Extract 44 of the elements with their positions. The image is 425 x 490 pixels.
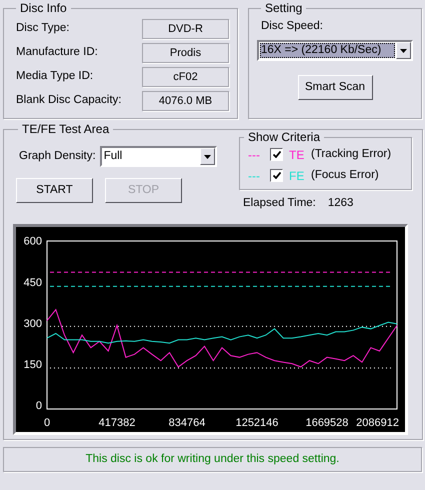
field-label: Manufacture ID: — [16, 45, 98, 60]
density-label: Graph Density: — [19, 148, 96, 164]
y-axis-label: 150 — [24, 358, 42, 371]
group-title: Setting — [264, 1, 304, 15]
elapsed-value: 1263 — [328, 196, 354, 211]
density-dropdown[interactable]: Full — [100, 146, 217, 167]
legend-marker: --- — [248, 168, 261, 184]
checkmark-icon — [272, 151, 280, 158]
dropdown-arrow-icon — [400, 48, 407, 53]
criteria-label: (Focus Error) — [311, 168, 379, 183]
elapsed-label: Elapsed Time: — [243, 196, 316, 211]
group-title: TE/FE Test Area — [21, 122, 110, 136]
x-axis-label: 1669528 — [306, 417, 348, 429]
field-value: 4076.0 MB — [142, 91, 229, 111]
criteria-checkbox[interactable] — [270, 148, 283, 161]
smart-scan-button[interactable]: Smart Scan — [298, 75, 372, 100]
criteria-title: Show Criteria — [247, 130, 322, 144]
y-axis-label: 0 — [36, 400, 42, 412]
action-button[interactable]: START — [16, 178, 93, 203]
group-title: Disc Info — [19, 1, 68, 15]
x-axis-label: 0 — [44, 417, 50, 429]
x-axis-label: 417382 — [98, 417, 136, 429]
criteria-code: FE — [289, 168, 306, 184]
y-axis-label: 600 — [24, 236, 42, 248]
field-value: cF02 — [142, 67, 229, 87]
field-label: Disc Type: — [16, 21, 70, 36]
y-axis-label: 300 — [24, 318, 42, 330]
x-axis-label: 834764 — [168, 417, 206, 429]
criteria-checkbox[interactable] — [270, 169, 283, 182]
dropdown-arrow-icon — [204, 154, 211, 158]
speed-label: Disc Speed: — [261, 19, 324, 34]
field-label: Blank Disc Capacity: — [16, 93, 122, 108]
speed-dropdown[interactable]: 16X => (22160 Kb/Sec) — [257, 40, 413, 62]
x-axis-label: 1252146 — [236, 417, 278, 429]
criteria-code: TE — [289, 146, 306, 164]
legend-marker: --- — [248, 146, 261, 164]
checkmark-icon — [272, 172, 280, 179]
status-message: This disc is ok for writing under this speed setting. — [86, 452, 340, 467]
x-axis-label: 2086912 — [356, 417, 399, 429]
y-axis-label: 450 — [24, 276, 42, 289]
field-value: Prodis — [142, 43, 229, 63]
field-value: DVD-R — [142, 19, 229, 39]
field-label: Media Type ID: — [16, 69, 94, 84]
criteria-label: (Tracking Error) — [311, 146, 392, 162]
